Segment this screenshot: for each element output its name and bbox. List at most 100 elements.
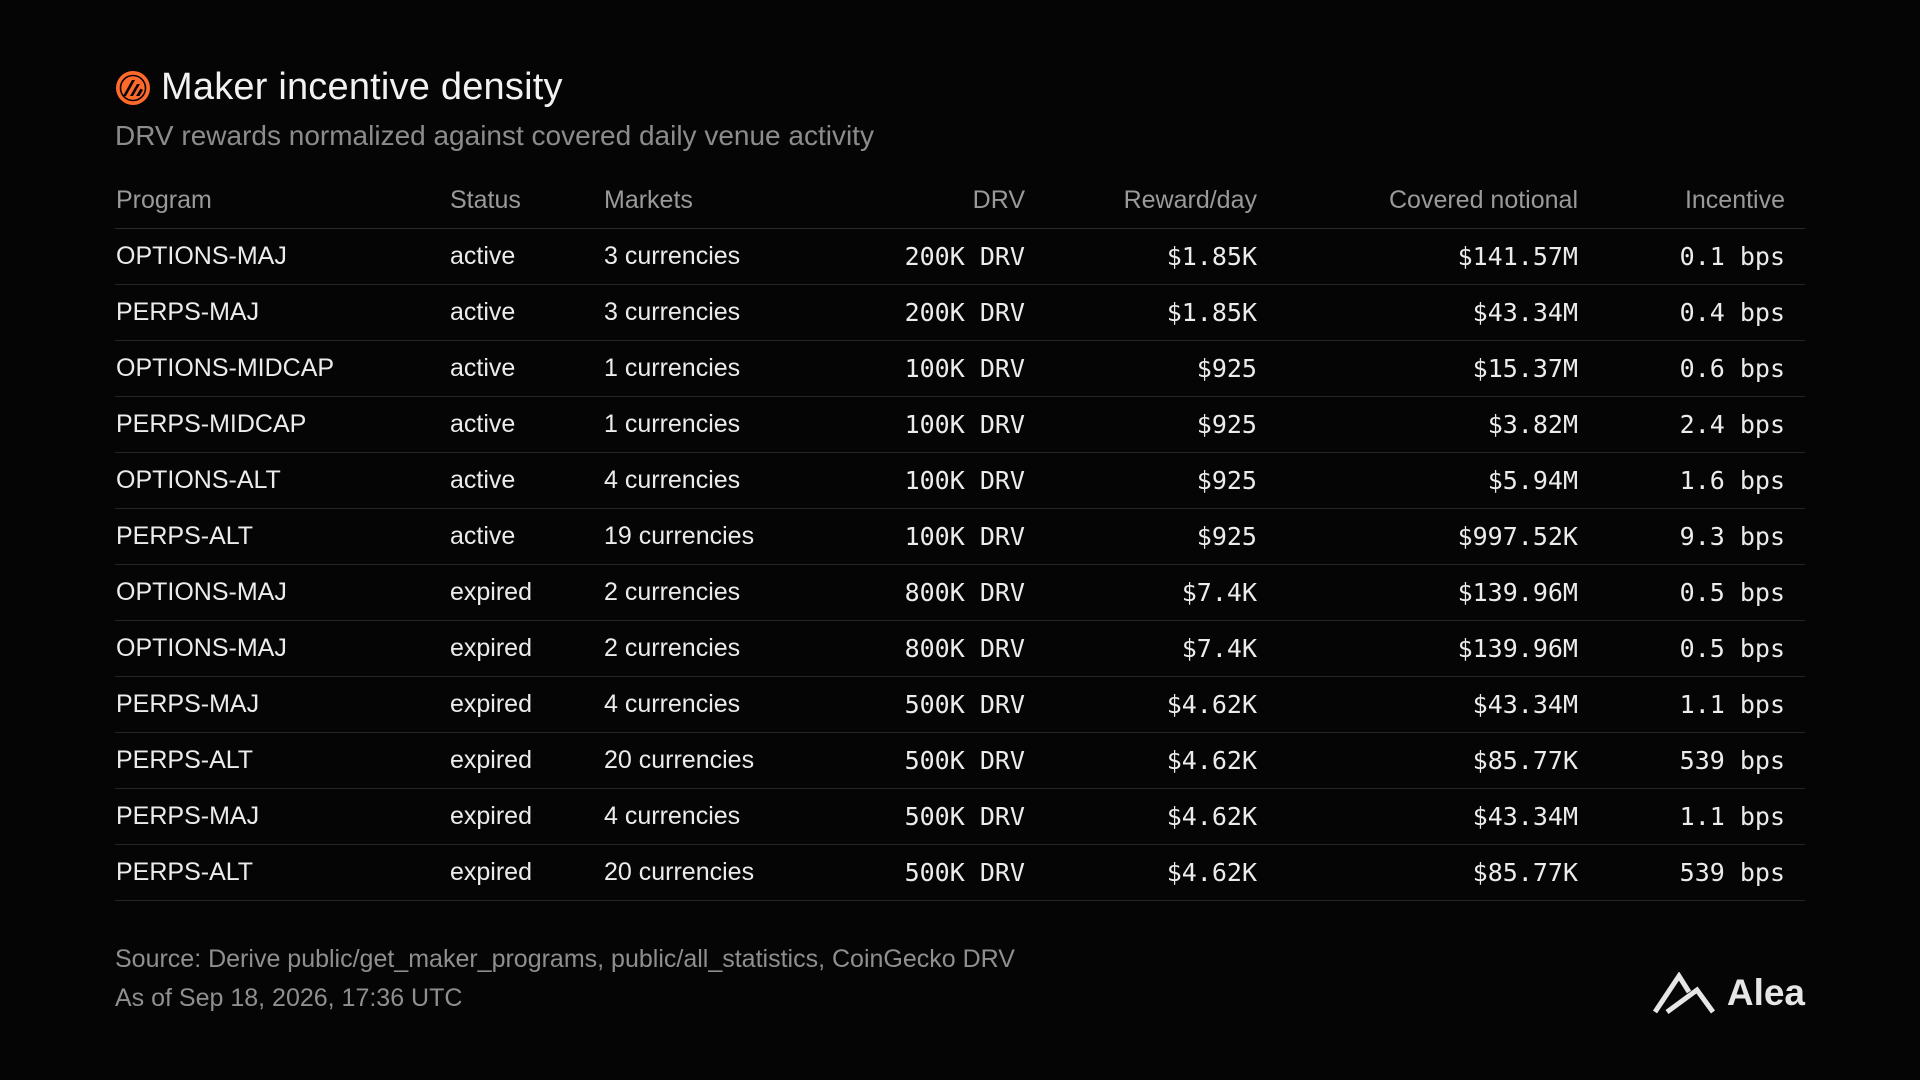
cell-covered-notional: $141.57M xyxy=(1277,228,1598,285)
cell-status: active xyxy=(449,396,603,453)
cell-status: active xyxy=(449,452,603,509)
cell-reward-per-day: $4.62K xyxy=(1045,788,1277,845)
cell-reward-per-day: $4.62K xyxy=(1045,844,1277,901)
column-header-status[interactable]: Status xyxy=(449,172,603,229)
cell-drv: 500K DRV xyxy=(833,732,1045,789)
cell-program: OPTIONS-ALT xyxy=(115,452,449,509)
cell-incentive: 1.1 bps xyxy=(1598,676,1805,733)
cell-covered-notional: $139.96M xyxy=(1277,620,1598,677)
cell-status: expired xyxy=(449,676,603,733)
cell-markets: 2 currencies xyxy=(603,620,833,677)
cell-drv: 500K DRV xyxy=(833,844,1045,901)
cell-covered-notional: $43.34M xyxy=(1277,676,1598,733)
cell-incentive: 0.5 bps xyxy=(1598,564,1805,621)
cell-reward-per-day: $4.62K xyxy=(1045,676,1277,733)
cell-program: OPTIONS-MAJ xyxy=(115,620,449,677)
column-header-reward-per-day[interactable]: Reward/day xyxy=(1045,172,1277,229)
cell-markets: 20 currencies xyxy=(603,844,833,901)
cell-markets: 1 currencies xyxy=(603,396,833,453)
cell-drv: 200K DRV xyxy=(833,228,1045,285)
cell-incentive: 0.5 bps xyxy=(1598,620,1805,677)
cell-status: expired xyxy=(449,788,603,845)
cell-covered-notional: $5.94M xyxy=(1277,452,1598,509)
cell-incentive: 1.6 bps xyxy=(1598,452,1805,509)
cell-reward-per-day: $1.85K xyxy=(1045,228,1277,285)
cell-reward-per-day: $925 xyxy=(1045,508,1277,565)
cell-status: expired xyxy=(449,844,603,901)
cell-markets: 3 currencies xyxy=(603,228,833,285)
table-row: OPTIONS-MAJ expired 2 currencies 800K DRV $7… xyxy=(115,620,1805,677)
cell-reward-per-day: $4.62K xyxy=(1045,732,1277,789)
table-header-row: Program Status Markets DRV Reward/day Co… xyxy=(115,172,1805,229)
cell-reward-per-day: $7.4K xyxy=(1045,620,1277,677)
cell-status: active xyxy=(449,284,603,341)
title-row: Maker incentive density xyxy=(115,66,563,109)
cell-incentive: 539 bps xyxy=(1598,844,1805,901)
cell-drv: 100K DRV xyxy=(833,340,1045,397)
cell-status: active xyxy=(449,508,603,565)
cell-program: PERPS-MAJ xyxy=(115,284,449,341)
cell-covered-notional: $43.34M xyxy=(1277,788,1598,845)
table-row: OPTIONS-ALT active 4 currencies 100K DRV $92… xyxy=(115,452,1805,509)
column-header-covered-notional[interactable]: Covered notional xyxy=(1277,172,1598,229)
cell-drv: 200K DRV xyxy=(833,284,1045,341)
cell-markets: 4 currencies xyxy=(603,452,833,509)
cell-reward-per-day: $925 xyxy=(1045,396,1277,453)
incentive-table: Program Status Markets DRV Reward/day Co… xyxy=(115,172,1805,901)
cell-covered-notional: $43.34M xyxy=(1277,284,1598,341)
cell-markets: 20 currencies xyxy=(603,732,833,789)
column-header-program[interactable]: Program xyxy=(115,172,449,229)
cell-incentive: 9.3 bps xyxy=(1598,508,1805,565)
table-body: OPTIONS-MAJ active 3 currencies 200K DRV $1.… xyxy=(115,228,1805,901)
cell-incentive: 539 bps xyxy=(1598,732,1805,789)
source-note: Source: Derive public/get_maker_programs… xyxy=(115,945,1015,973)
drv-logo-icon xyxy=(116,70,150,105)
cell-drv: 100K DRV xyxy=(833,508,1045,565)
alea-logo-icon xyxy=(1652,972,1715,1014)
brand-name: Alea xyxy=(1726,972,1805,1013)
cell-reward-per-day: $925 xyxy=(1045,452,1277,509)
cell-incentive: 2.4 bps xyxy=(1598,396,1805,453)
cell-reward-per-day: $7.4K xyxy=(1045,564,1277,621)
cell-status: active xyxy=(449,340,603,397)
column-header-incentive[interactable]: Incentive xyxy=(1598,172,1805,229)
table-row: PERPS-ALT expired 20 currencies 500K DRV $4.… xyxy=(115,844,1805,901)
cell-status: expired xyxy=(449,620,603,677)
cell-program: OPTIONS-MIDCAP xyxy=(115,340,449,397)
table-row: OPTIONS-MAJ active 3 currencies 200K DRV $1.… xyxy=(115,228,1805,285)
cell-incentive: 0.1 bps xyxy=(1598,228,1805,285)
cell-program: OPTIONS-MAJ xyxy=(115,228,449,285)
cell-covered-notional: $85.77K xyxy=(1277,844,1598,901)
brand: Alea xyxy=(1652,972,1805,1014)
cell-covered-notional: $997.52K xyxy=(1277,508,1598,565)
cell-covered-notional: $85.77K xyxy=(1277,732,1598,789)
table-row: OPTIONS-MIDCAP active 1 currencies 100K DRV… xyxy=(115,340,1805,397)
cell-markets: 4 currencies xyxy=(603,788,833,845)
cell-status: expired xyxy=(449,732,603,789)
page-subtitle: DRV rewards normalized against covered d… xyxy=(115,120,874,151)
cell-status: expired xyxy=(449,564,603,621)
cell-program: OPTIONS-MAJ xyxy=(115,564,449,621)
cell-incentive: 0.6 bps xyxy=(1598,340,1805,397)
table-row: PERPS-MAJ active 3 currencies 200K DRV $1.85… xyxy=(115,284,1805,341)
cell-markets: 3 currencies xyxy=(603,284,833,341)
cell-program: PERPS-MAJ xyxy=(115,676,449,733)
cell-reward-per-day: $1.85K xyxy=(1045,284,1277,341)
cell-drv: 800K DRV xyxy=(833,564,1045,621)
cell-incentive: 0.4 bps xyxy=(1598,284,1805,341)
cell-incentive: 1.1 bps xyxy=(1598,788,1805,845)
cell-covered-notional: $15.37M xyxy=(1277,340,1598,397)
cell-program: PERPS-MIDCAP xyxy=(115,396,449,453)
cell-program: PERPS-ALT xyxy=(115,844,449,901)
column-header-markets[interactable]: Markets xyxy=(603,172,833,229)
cell-covered-notional: $139.96M xyxy=(1277,564,1598,621)
cell-covered-notional: $3.82M xyxy=(1277,396,1598,453)
cell-markets: 2 currencies xyxy=(603,564,833,621)
cell-drv: 500K DRV xyxy=(833,676,1045,733)
cell-drv: 100K DRV xyxy=(833,396,1045,453)
column-header-drv[interactable]: DRV xyxy=(833,172,1045,229)
footer: Source: Derive public/get_maker_programs… xyxy=(115,940,1015,1018)
cell-drv: 100K DRV xyxy=(833,452,1045,509)
page-title: Maker incentive density xyxy=(161,66,563,108)
table-row: PERPS-ALT expired 20 currencies 500K DRV $4.… xyxy=(115,732,1805,789)
